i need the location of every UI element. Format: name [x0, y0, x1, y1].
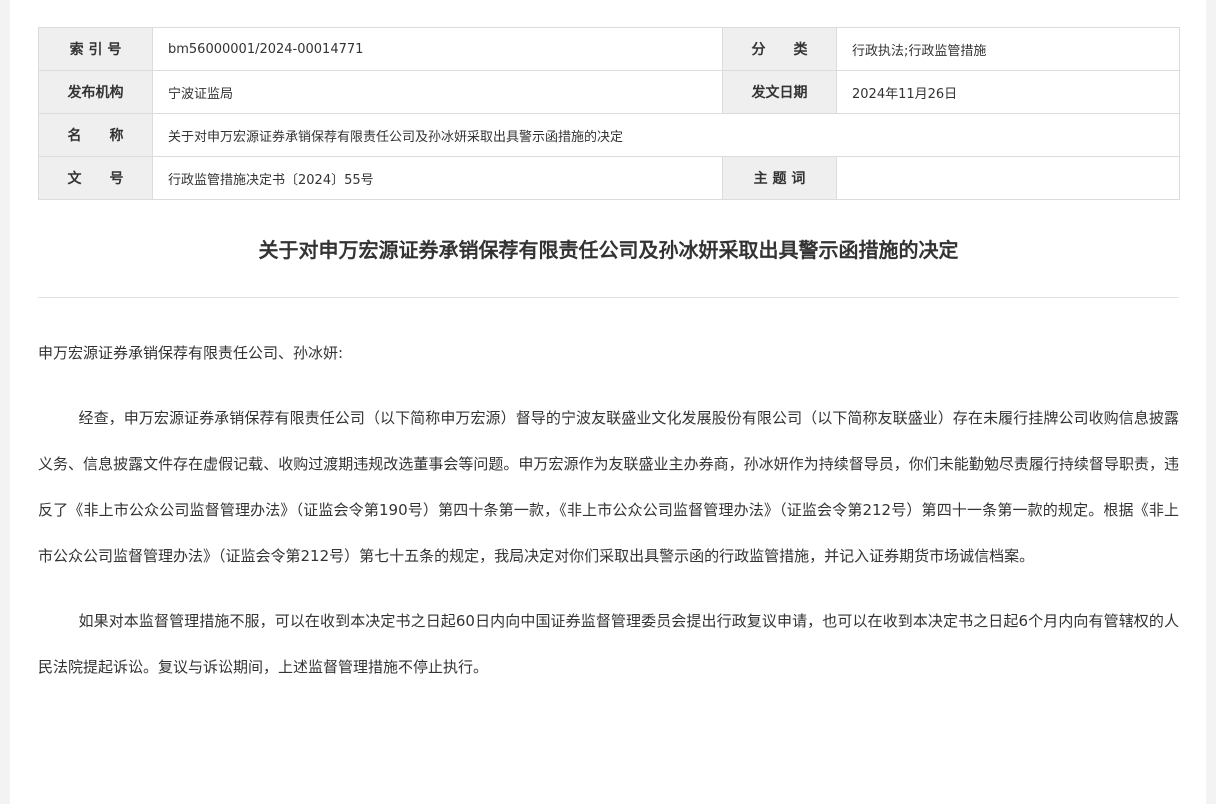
index-number-value: bm56000001/2024-00014771	[152, 27, 723, 71]
document-title: 关于对申万宏源证券承销保荐有限责任公司及孙冰妍采取出具警示函措施的决定	[258, 238, 959, 262]
metadata-row-docno: 文 号 行政监管措施决定书〔2024〕55号 主 题 词	[38, 156, 1180, 200]
document-metadata-table: 索 引 号 bm56000001/2024-00014771 分 类 行政执法;…	[38, 27, 1180, 200]
issue-date-label: 发文日期	[722, 70, 837, 114]
document-number-value: 行政监管措施决定书〔2024〕55号	[152, 156, 723, 200]
document-page: 索 引 号 bm56000001/2024-00014771 分 类 行政执法;…	[10, 0, 1206, 804]
subject-keywords-value	[836, 156, 1180, 200]
issuer-label: 发布机构	[38, 70, 153, 114]
addressee: 申万宏源证券承销保荐有限责任公司、孙冰妍:	[38, 344, 344, 362]
subject-keywords-label: 主 题 词	[722, 156, 837, 200]
metadata-row-index: 索 引 号 bm56000001/2024-00014771 分 类 行政执法;…	[38, 27, 1180, 71]
document-name-value: 关于对申万宏源证券承销保荐有限责任公司及孙冰妍采取出具警示函措施的决定	[152, 113, 1180, 157]
issuer-value: 宁波证监局	[152, 70, 723, 114]
title-divider	[38, 297, 1179, 298]
metadata-row-name: 名 称 关于对申万宏源证券承销保荐有限责任公司及孙冰妍采取出具警示函措施的决定	[38, 113, 1180, 157]
document-name-label: 名 称	[38, 113, 153, 157]
category-label: 分 类	[722, 27, 837, 71]
issue-date-value: 2024年11月26日	[836, 70, 1180, 114]
document-number-label: 文 号	[38, 156, 153, 200]
category-value: 行政执法;行政监管措施	[836, 27, 1180, 71]
metadata-row-issuer: 发布机构 宁波证监局 发文日期 2024年11月26日	[38, 70, 1180, 114]
body-paragraph-appeal: 如果对本监督管理措施不服，可以在收到本决定书之日起60日内向中国证券监督管理委员…	[38, 612, 1179, 676]
document-body: 申万宏源证券承销保荐有限责任公司、孙冰妍: 经查，申万宏源证券承销保荐有限责任公…	[38, 330, 1179, 690]
body-paragraph-findings: 经查，申万宏源证券承销保荐有限责任公司（以下简称申万宏源）督导的宁波友联盛业文化…	[38, 409, 1179, 565]
index-number-label: 索 引 号	[38, 27, 153, 71]
